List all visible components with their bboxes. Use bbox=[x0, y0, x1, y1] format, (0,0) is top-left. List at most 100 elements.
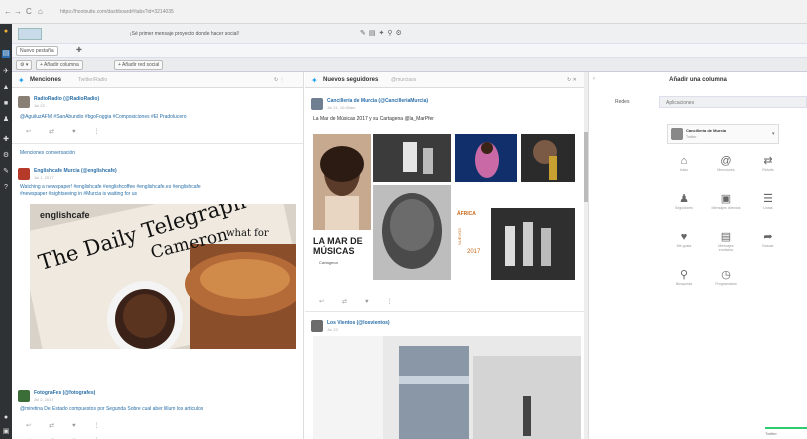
reload-icon[interactable]: C bbox=[26, 7, 32, 16]
avatar[interactable] bbox=[18, 390, 30, 402]
stream-type-retweets[interactable]: ⇄ Retuits bbox=[753, 154, 783, 180]
stream-type-direct-messages[interactable]: ▣ Mensajes directos bbox=[711, 192, 741, 218]
stream-type-mentions[interactable]: @ Menciones bbox=[711, 154, 741, 180]
column-menu-icon[interactable]: ↻ ⋮ bbox=[274, 77, 285, 83]
contacts-icon[interactable]: ♟ bbox=[2, 116, 10, 124]
add-stream-button[interactable]: + Añadir columna bbox=[36, 60, 83, 70]
forward-icon[interactable]: → bbox=[14, 7, 22, 16]
tweet-user[interactable]: Los Vientos (@losvientos) bbox=[327, 320, 390, 326]
owl-logo-icon: ● bbox=[3, 28, 9, 35]
left-sidebar: ● ▤ ✈ ▲ ■ ♟ ✚ ⚙ ✎ ? ● ▣ bbox=[0, 24, 12, 439]
tweet-actions[interactable]: ↩⇄♥⋮ bbox=[319, 298, 411, 305]
collage-photo-portrait-bw[interactable] bbox=[373, 185, 451, 280]
tweet-time: Jul 23 bbox=[327, 327, 338, 332]
profile-picker[interactable] bbox=[18, 28, 42, 40]
tweet-actions[interactable]: ↩⇄♥⋮ bbox=[26, 422, 118, 429]
collage-photo-singer[interactable] bbox=[455, 134, 517, 182]
column-title: Nuevos seguidores bbox=[323, 77, 379, 83]
url-bar[interactable]: https://hootsuite.com/dashboard#/tabs?id… bbox=[60, 6, 560, 18]
list-icon: ☰ bbox=[763, 193, 773, 205]
avatar[interactable] bbox=[311, 320, 323, 332]
avatar[interactable] bbox=[311, 98, 323, 110]
compose-icon[interactable]: ✈ bbox=[2, 68, 10, 76]
column-subtitle: Twitter/Radio bbox=[78, 77, 108, 83]
collage-photo-band[interactable] bbox=[491, 208, 575, 280]
tweet-user[interactable]: FotograFes (@fotografes) bbox=[34, 390, 95, 396]
poster-subtitle: Cartagena bbox=[319, 260, 338, 265]
add-social-button[interactable]: + Añadir red social bbox=[114, 60, 164, 70]
column-menu-icon[interactable]: ↻ ✕ bbox=[567, 77, 577, 83]
apps-icon[interactable]: ✚ bbox=[2, 136, 10, 144]
streams-icon[interactable]: ▤ bbox=[2, 50, 10, 58]
tweet-text: Watching a newspaper! #englishcafe #engl… bbox=[20, 184, 201, 190]
settings-icon[interactable]: ⚙ bbox=[2, 152, 10, 160]
tweet-text: @miretina De Estado compuestos por Segun… bbox=[20, 406, 204, 412]
add-column-panel: Añadir una columna ‹ Redes Aplicaciones … bbox=[589, 72, 807, 439]
view-options-button[interactable]: ⚙ ▾ bbox=[16, 60, 33, 70]
chevron-down-icon: ▾ bbox=[772, 131, 775, 137]
analytics-icon[interactable]: ▲ bbox=[2, 84, 10, 92]
collage-photo-stage[interactable] bbox=[373, 134, 451, 182]
tweet-photo-newspaper[interactable]: englishcafe The Daily Telegraph Cameron … bbox=[30, 204, 296, 349]
stream-type-sent[interactable]: ▤ Mensajes enviados bbox=[711, 230, 741, 256]
tweet-user[interactable]: Cancillería de Murcia (@CancilleriaMurci… bbox=[327, 98, 428, 104]
collage-poster-africa[interactable]: ÁFRICA NUEVOS 2017 bbox=[455, 185, 487, 280]
browser-chrome: ← → C ⌂ https://hootsuite.com/dashboard#… bbox=[0, 0, 807, 24]
tab-aplicaciones[interactable]: Aplicaciones bbox=[659, 96, 807, 108]
profile-icon[interactable]: ● bbox=[2, 414, 10, 422]
tab-redes[interactable]: Redes bbox=[615, 99, 629, 105]
scrollbar-thumb[interactable] bbox=[584, 132, 588, 202]
inbox-icon: ▣ bbox=[720, 193, 732, 205]
tweet-time: Jul 23 bbox=[34, 103, 45, 108]
retweet-icon: ⇄ bbox=[763, 155, 773, 167]
stream-type-likes[interactable]: ♥ Me gusta bbox=[669, 230, 699, 256]
avatar[interactable] bbox=[18, 96, 30, 108]
stream-type-share[interactable]: ➦ Buscar bbox=[753, 230, 783, 256]
user-add-icon: ♟ bbox=[679, 193, 689, 205]
at-icon: @ bbox=[720, 155, 732, 167]
add-tab-icon[interactable]: ✚ bbox=[76, 46, 82, 54]
add-column-title: Añadir una columna bbox=[669, 77, 727, 83]
tweet[interactable]: Cancillería de Murcia (@CancilleriaMurci… bbox=[305, 88, 588, 312]
africa-label: ÁFRICA bbox=[457, 211, 476, 217]
photo-caption-whatfor: what for bbox=[226, 228, 269, 239]
compose-tools-icons[interactable]: ✎▤✦⚲⚙ bbox=[360, 29, 405, 37]
stream-type-scheduled[interactable]: ◷ Programados bbox=[711, 268, 741, 294]
collage-photo-woman[interactable] bbox=[313, 134, 371, 230]
tweet-photo-dress[interactable] bbox=[313, 336, 581, 439]
tweet[interactable]: Los Vientos (@losvientos) Jul 23 bbox=[305, 312, 588, 439]
back-arrow-icon[interactable]: ‹ bbox=[593, 76, 595, 82]
tweet-actions[interactable]: ↩⇄♥⋮ bbox=[26, 128, 118, 135]
compose-toolbar: ¡Sé primer mensaje proyecto donde hacer … bbox=[12, 24, 807, 44]
photo-caption-englishcafe: englishcafe bbox=[40, 210, 90, 220]
tweet-user[interactable]: Englishcafe Murcia (@englishcafe) bbox=[34, 168, 117, 174]
stream-type-home[interactable]: ⌂ Inicio bbox=[669, 154, 699, 180]
back-icon[interactable]: ← bbox=[4, 7, 12, 16]
tweet-user[interactable]: RadioRadio (@RadioRadio) bbox=[34, 96, 99, 102]
mentions-conversation-link[interactable]: Menciones conversación bbox=[20, 150, 75, 156]
notifications-icon[interactable]: ▣ bbox=[2, 428, 10, 436]
clock-icon: ◷ bbox=[721, 269, 731, 281]
tweet-time: Jul 2, 2017 bbox=[34, 397, 54, 402]
collage-photo-saxophone[interactable] bbox=[521, 134, 575, 182]
scrollbar[interactable] bbox=[584, 72, 588, 439]
avatar[interactable] bbox=[18, 168, 30, 180]
home-icon[interactable]: ⌂ bbox=[38, 7, 43, 16]
assignments-icon[interactable]: ■ bbox=[2, 100, 10, 108]
home-icon: ⌂ bbox=[680, 155, 688, 167]
help-icon[interactable]: ? bbox=[2, 184, 10, 192]
nuevos-label: NUEVOS bbox=[457, 228, 462, 245]
outbox-icon: ▤ bbox=[720, 231, 732, 243]
tweet[interactable]: FotograFes (@fotografes) Jul 2, 2017 @mi… bbox=[12, 382, 303, 439]
tab-new[interactable]: Nuevo pestaña bbox=[16, 46, 58, 56]
account-picker[interactable]: Cancillería de Murcia Twitter ▾ bbox=[667, 124, 779, 144]
tools-icon[interactable]: ✎ bbox=[2, 168, 10, 176]
stream-actions-bar: ⚙ ▾ + Añadir columna + Añadir red social bbox=[12, 58, 807, 72]
tweet[interactable]: RadioRadio (@RadioRadio) Jul 23 @Aguiluz… bbox=[12, 88, 303, 144]
tweet-text: @AguiluzAFM #SanAbundio #bgoFoggia #Comp… bbox=[20, 114, 187, 120]
compose-input[interactable]: ¡Sé primer mensaje proyecto donde hacer … bbox=[130, 29, 350, 40]
tab-bar: Nuevo pestaña ✚ bbox=[12, 44, 807, 58]
stream-type-lists[interactable]: ☰ Listas bbox=[753, 192, 783, 218]
stream-type-followers[interactable]: ♟ Seguidores bbox=[669, 192, 699, 218]
stream-type-search[interactable]: ⚲ Búsqueda bbox=[669, 268, 699, 294]
